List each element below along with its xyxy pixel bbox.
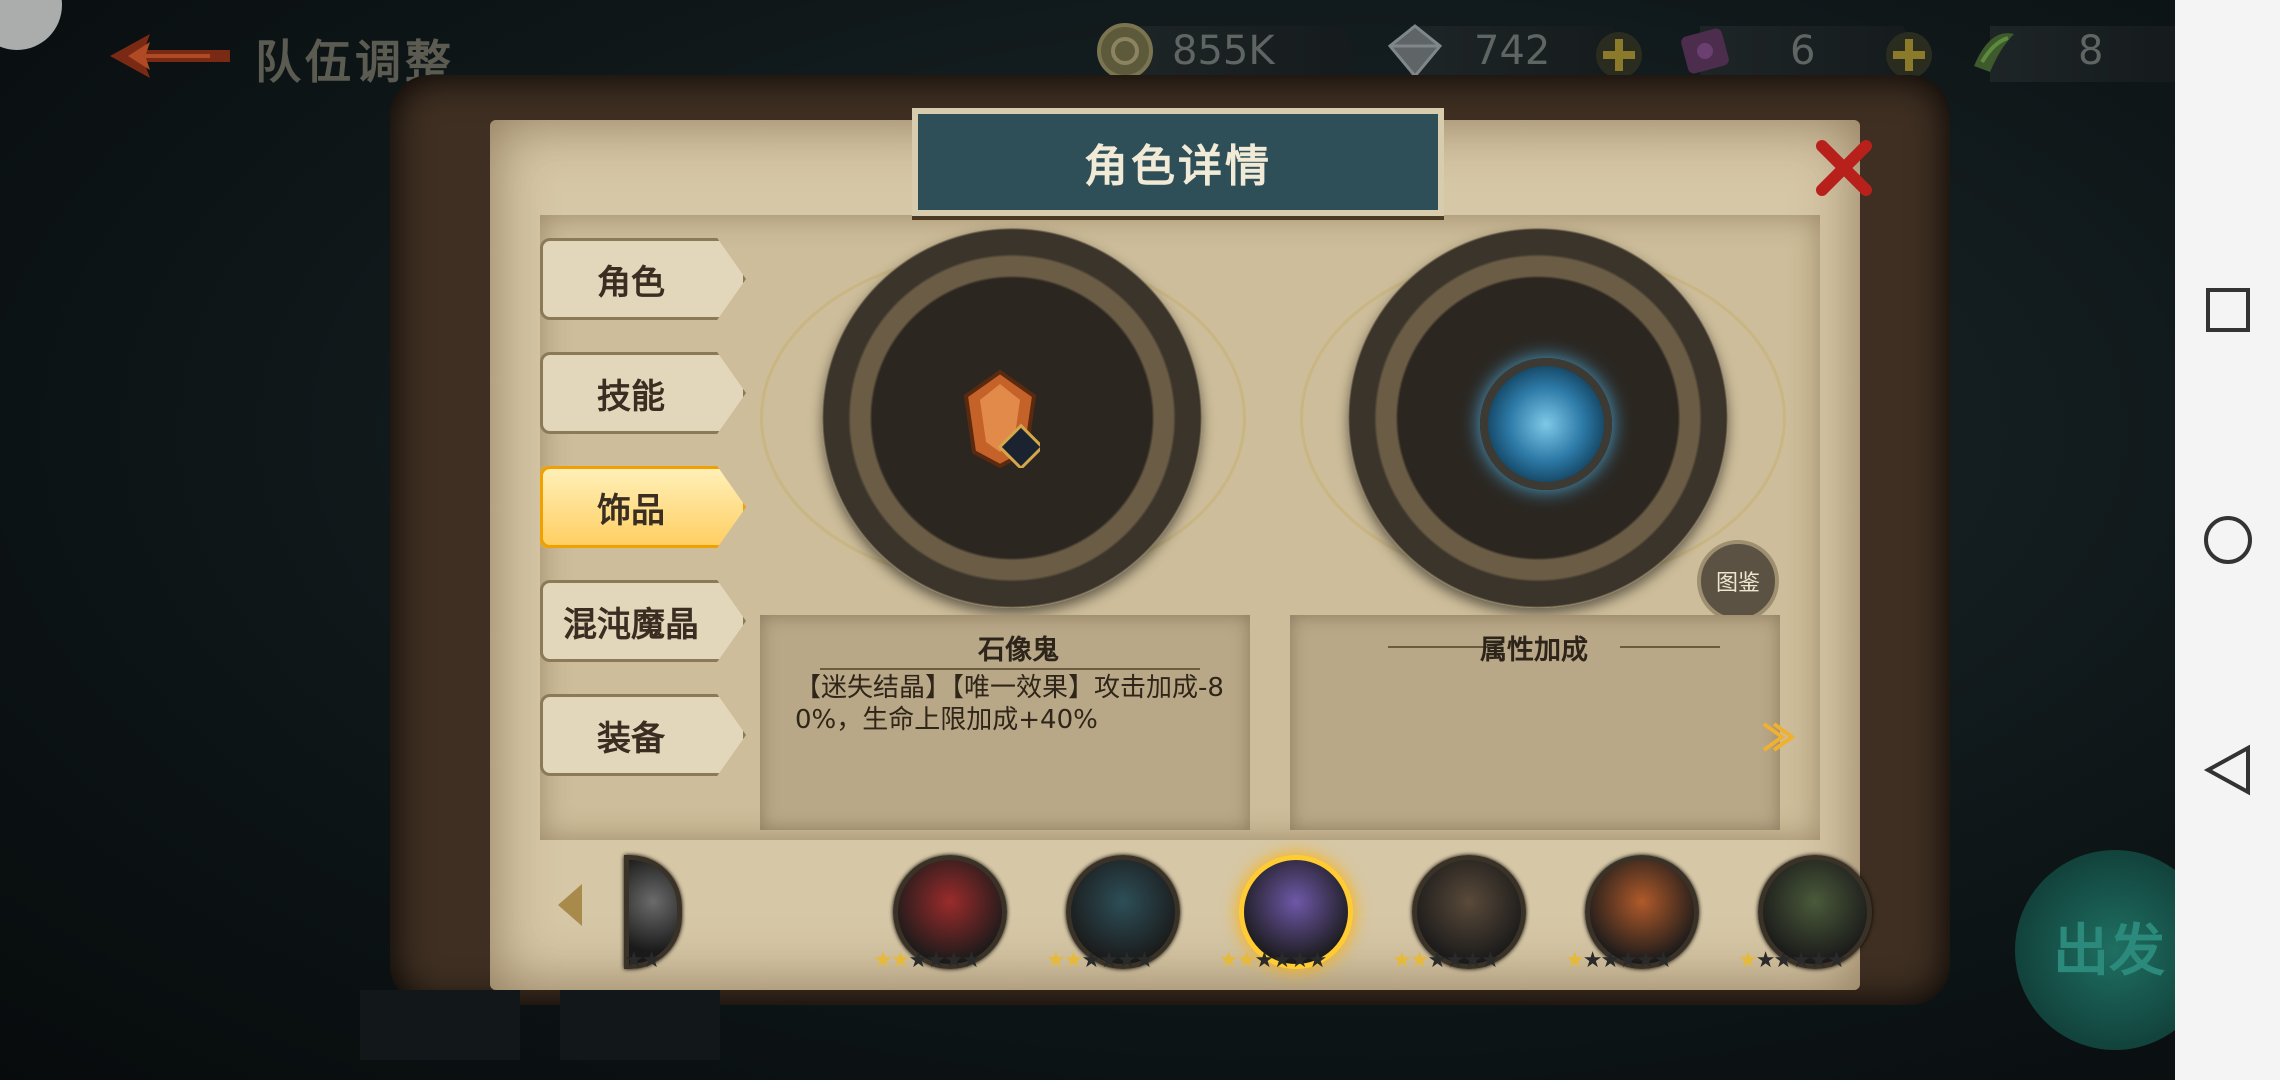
attribute-orb-icon: [1480, 358, 1612, 490]
tab-accessories-label: 饰品: [597, 490, 665, 531]
star-empty-icon: ★: [1480, 948, 1501, 973]
accessory-name: 石像鬼: [978, 635, 1059, 666]
star-empty-icon: ★: [641, 948, 662, 973]
next-page-arrow-icon[interactable]: [1760, 720, 1796, 754]
dialog-title: 角色详情: [1084, 141, 1272, 192]
star-filled-icon: ★: [1738, 948, 1758, 973]
add-diamond-button[interactable]: [1594, 30, 1644, 80]
green-item-icon: [1974, 33, 2014, 72]
attribute-title: 属性加成: [1480, 635, 1588, 666]
star-empty-icon: ★: [1600, 948, 1620, 973]
star-empty-icon: ★: [1289, 948, 1310, 973]
star-rating: ★★★★★★: [1565, 948, 1674, 973]
accessory-description: 【迷失结晶】【唯一效果】攻击加成-80%，生命上限加成+40%: [795, 673, 1224, 735]
star-empty-icon: ★: [1445, 948, 1465, 973]
team-slot[interactable]: [560, 990, 720, 1060]
game-screen: 队伍调整 855K 742 6 8 角色详情 角色 技能 饰品 混沌魔晶 装备 …: [0, 0, 2175, 1080]
square-icon: [2205, 288, 2250, 332]
star-filled-icon: ★: [1236, 948, 1257, 973]
add-ticket-button[interactable]: [1884, 30, 1934, 80]
tab-character-label: 角色: [597, 262, 665, 303]
star-empty-icon: ★: [1427, 948, 1447, 973]
star-filled-icon: ★: [890, 948, 911, 973]
go-button-label: 出发: [2053, 919, 2165, 984]
accessory-divider: [820, 668, 1200, 670]
tab-equipment-label: 装备: [597, 718, 665, 759]
go-button[interactable]: 出发: [2015, 850, 2175, 1050]
star-empty-icon: ★: [624, 948, 644, 973]
tab-accessories[interactable]: 饰品: [540, 466, 746, 548]
tab-skills-label: 技能: [597, 376, 665, 417]
atlas-button-label: 图鉴: [1715, 571, 1760, 596]
star-filled-icon: ★: [1063, 948, 1084, 973]
close-icon[interactable]: [1812, 136, 1876, 200]
back-arrow-icon[interactable]: [110, 28, 230, 84]
star-empty-icon: ★: [1272, 948, 1292, 973]
star-empty-icon: ★: [1773, 948, 1793, 973]
star-empty-icon: ★: [1808, 948, 1829, 973]
triangle-back-icon: [2203, 744, 2250, 796]
gold-value: 855K: [1172, 28, 1275, 74]
star-empty-icon: ★: [1116, 948, 1137, 973]
star-rating: ★★★★★★: [873, 948, 982, 973]
tab-skills[interactable]: 技能: [540, 352, 746, 434]
star-filled-icon: ★: [1392, 948, 1412, 973]
dialog-title-banner: 角色详情: [912, 108, 1444, 216]
atlas-button[interactable]: 图鉴: [1697, 540, 1779, 622]
star-empty-icon: ★: [1462, 948, 1483, 973]
star-empty-icon: ★: [1653, 948, 1674, 973]
recent-apps-button[interactable]: [2175, 270, 2280, 350]
star-filled-icon: ★: [1409, 948, 1430, 973]
star-empty-icon: ★: [961, 948, 982, 973]
tab-chaos-crystal-label: 混沌魔晶: [563, 604, 699, 645]
system-nav-bar: [2175, 0, 2280, 1080]
star-empty-icon: ★: [1081, 948, 1101, 973]
star-empty-icon: ★: [1307, 948, 1328, 973]
star-empty-icon: ★: [908, 948, 928, 973]
star-rating: ★★★★★★: [1046, 948, 1155, 973]
star-filled-icon: ★: [1219, 948, 1239, 973]
star-empty-icon: ★: [1099, 948, 1119, 973]
star-empty-icon: ★: [1826, 948, 1847, 973]
star-empty-icon: ★: [1618, 948, 1638, 973]
star-empty-icon: ★: [943, 948, 964, 973]
home-button[interactable]: [2175, 500, 2280, 580]
team-slot[interactable]: [360, 990, 520, 1060]
star-rating: ★★★★★★: [1219, 948, 1328, 973]
star-empty-icon: ★: [1254, 948, 1274, 973]
ticket-value: 6: [1790, 28, 1816, 74]
tab-character[interactable]: 角色: [540, 238, 746, 320]
star-filled-icon: ★: [873, 948, 893, 973]
back-button[interactable]: [2175, 730, 2280, 810]
star-filled-icon: ★: [1565, 948, 1585, 973]
portrait-prev-arrow-icon[interactable]: [556, 882, 584, 928]
tab-chaos-crystal[interactable]: 混沌魔晶: [540, 580, 746, 662]
star-rating: ★★★★★★: [1392, 948, 1501, 973]
star-empty-icon: ★: [1791, 948, 1811, 973]
star-empty-icon: ★: [1635, 948, 1656, 973]
star-rating: ★★: [624, 948, 662, 973]
green-item-value: 8: [2078, 28, 2104, 74]
star-empty-icon: ★: [1755, 948, 1776, 973]
attribute-divider-right: [1620, 646, 1720, 648]
tab-equipment[interactable]: 装备: [540, 694, 746, 776]
star-empty-icon: ★: [1134, 948, 1155, 973]
star-filled-icon: ★: [1046, 948, 1066, 973]
star-rating: ★★★★★★: [1738, 948, 1847, 973]
gargoyle-accessory-icon[interactable]: [960, 370, 1040, 468]
star-empty-icon: ★: [926, 948, 946, 973]
circle-icon: [2203, 516, 2252, 564]
diamond-value: 742: [1474, 28, 1551, 74]
star-empty-icon: ★: [1582, 948, 1603, 973]
attribute-divider-left: [1388, 646, 1488, 648]
